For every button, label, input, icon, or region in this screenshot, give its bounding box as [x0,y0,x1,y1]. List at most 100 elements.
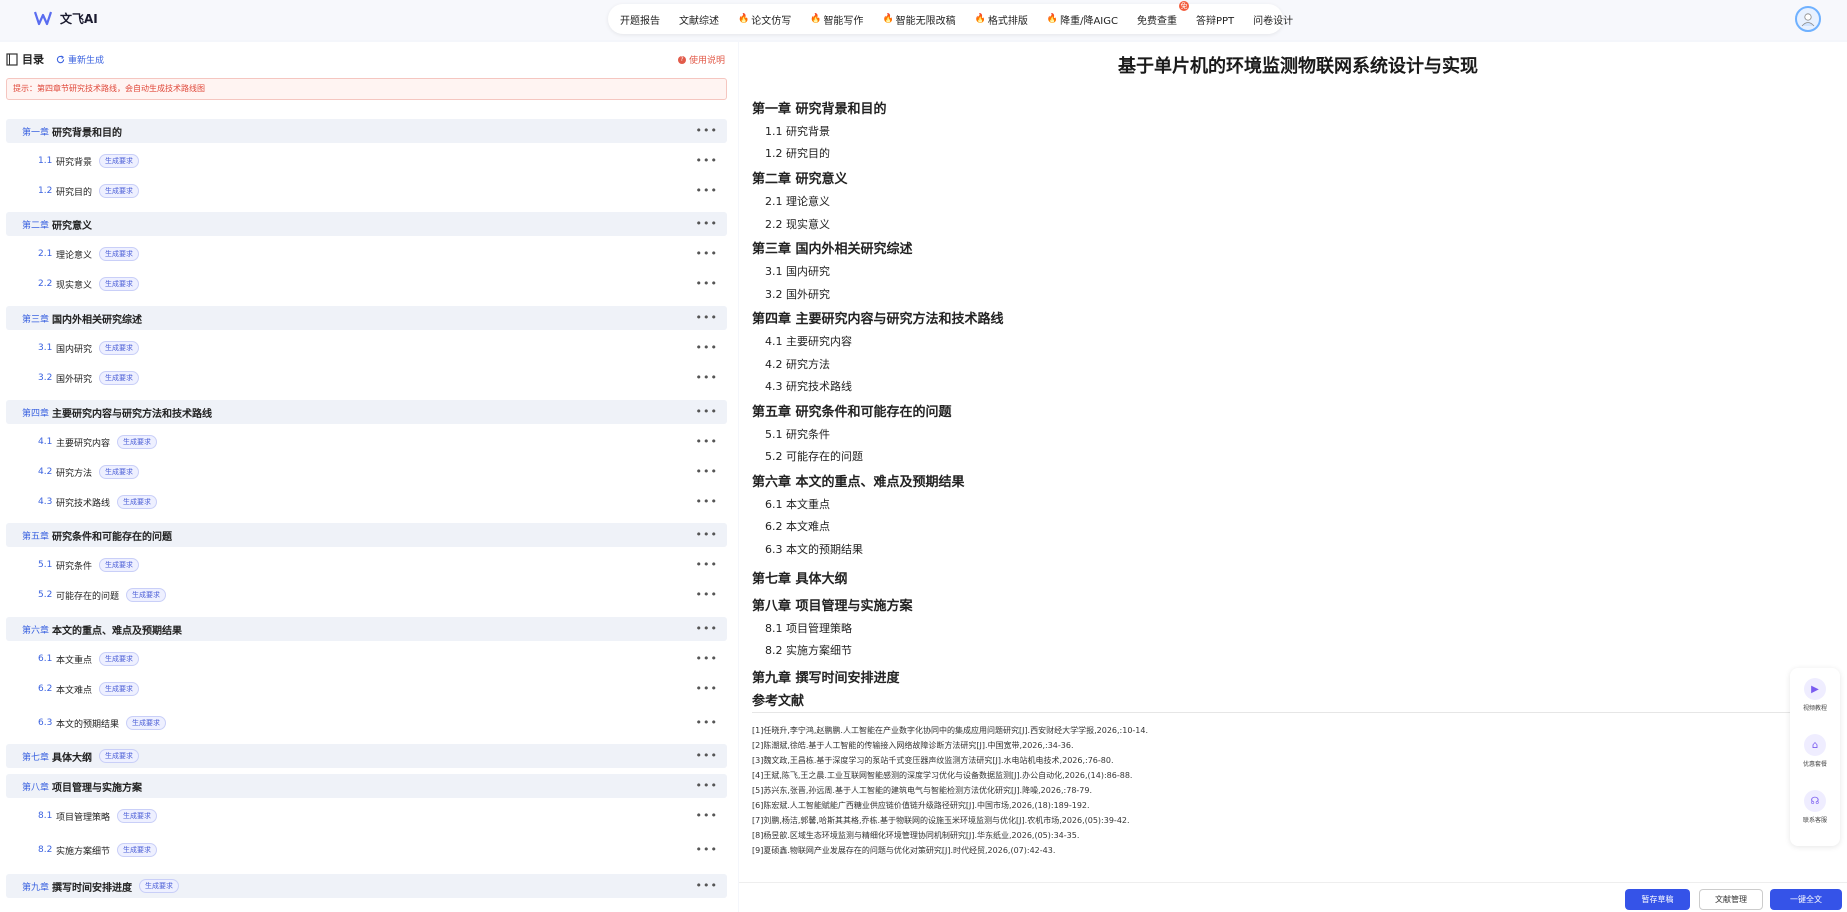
toc-label[interactable]: 国外研究 [56,372,92,385]
generate-requirement-tag[interactable]: 生成要求 [99,371,140,385]
toc-section-row[interactable]: 4.2 研究方法 生成要求 ••• [6,460,727,484]
generate-requirement-tag[interactable]: 生成要求 [117,495,158,509]
toc-chapter-row[interactable]: 第八章 项目管理与实施方案 ••• [6,774,727,798]
toc-label[interactable]: 实施方案细节 [56,844,110,857]
generate-requirement-tag[interactable]: 生成要求 [99,184,140,198]
more-options-icon[interactable]: ••• [696,311,718,324]
more-options-icon[interactable]: ••• [696,217,718,230]
float-item-1[interactable]: ⌂ 优惠套餐 [1790,734,1840,768]
generate-requirement-tag[interactable]: 生成要求 [99,341,140,355]
toc-label[interactable]: 研究背景 [56,155,92,168]
toc-section-row[interactable]: 8.1 项目管理策略 生成要求 ••• [6,804,727,828]
literature-manage-button[interactable]: 文献管理 [1699,889,1763,910]
toc-label[interactable]: 研究背景和目的 [52,124,122,139]
regenerate-button[interactable]: 重新生成 [56,53,104,66]
more-options-icon[interactable]: ••• [696,405,718,418]
save-draft-button[interactable]: 暂存草稿 [1625,889,1690,910]
toc-chapter-row[interactable]: 第二章 研究意义 ••• [6,212,727,236]
toc-section-row[interactable]: 1.1 研究背景 生成要求 ••• [6,149,727,173]
nav-item-0[interactable]: 开题报告 [620,12,660,27]
more-options-icon[interactable]: ••• [696,528,718,541]
nav-item-3[interactable]: 🔥 智能写作 [810,12,863,27]
toc-chapter-row[interactable]: 第一章 研究背景和目的 ••• [6,119,727,143]
app-logo[interactable]: 文飞AI [34,9,98,27]
generate-requirement-tag[interactable]: 生成要求 [117,809,158,823]
nav-item-1[interactable]: 文献综述 [679,12,719,27]
generate-requirement-tag[interactable]: 生成要求 [117,843,158,857]
toc-label[interactable]: 项目管理与实施方案 [52,779,142,794]
more-options-icon[interactable]: ••• [696,843,718,856]
generate-requirement-tag[interactable]: 生成要求 [126,588,167,602]
toc-section-row[interactable]: 4.3 研究技术路线 生成要求 ••• [6,490,727,514]
generate-requirement-tag[interactable]: 生成要求 [99,652,140,666]
more-options-icon[interactable]: ••• [696,154,718,167]
toc-section-row[interactable]: 1.2 研究目的 生成要求 ••• [6,179,727,203]
toc-label[interactable]: 主要研究内容 [56,436,110,449]
generate-requirement-tag[interactable]: 生成要求 [126,716,167,730]
toc-section-row[interactable]: 2.1 理论意义 生成要求 ••• [6,242,727,266]
generate-requirement-tag[interactable]: 生成要求 [139,879,179,893]
toc-label[interactable]: 研究条件和可能存在的问题 [52,528,172,543]
more-options-icon[interactable]: ••• [696,809,718,822]
more-options-icon[interactable]: ••• [696,652,718,665]
more-options-icon[interactable]: ••• [696,247,718,260]
more-options-icon[interactable]: ••• [696,371,718,384]
float-item-2[interactable]: ☊ 联系客服 [1790,790,1840,824]
generate-requirement-tag[interactable]: 生成要求 [99,465,140,479]
generate-requirement-tag[interactable]: 生成要求 [117,435,158,449]
toc-label[interactable]: 本文难点 [56,683,92,696]
toc-label[interactable]: 理论意义 [56,248,92,261]
toc-label[interactable]: 本文的重点、难点及预期结果 [52,622,182,637]
more-options-icon[interactable]: ••• [696,622,718,635]
toc-label[interactable]: 研究方法 [56,466,92,479]
more-options-icon[interactable]: ••• [696,495,718,508]
generate-requirement-tag[interactable]: 生成要求 [99,682,140,696]
toc-chapter-row[interactable]: 第五章 研究条件和可能存在的问题 ••• [6,523,727,547]
nav-item-7[interactable]: 免费查重免 [1137,0,1189,27]
generate-requirement-tag[interactable]: 生成要求 [99,277,140,291]
nav-item-2[interactable]: 🔥 论文仿写 [738,12,791,27]
toc-label[interactable]: 具体大纲 [52,749,92,764]
toc-chapter-row[interactable]: 第九章 撰写时间安排进度 生成要求 ••• [6,874,727,898]
toc-chapter-row[interactable]: 第四章 主要研究内容与研究方法和技术路线 ••• [6,400,727,424]
toc-label[interactable]: 国内外相关研究综述 [52,311,142,326]
toc-label[interactable]: 可能存在的问题 [56,589,119,602]
toc-label[interactable]: 研究目的 [56,185,92,198]
nav-item-4[interactable]: 🔥 智能无限改稿 [882,12,955,27]
toc-label[interactable]: 现实意义 [56,278,92,291]
nav-item-8[interactable]: 答辩PPT [1196,12,1234,27]
more-options-icon[interactable]: ••• [696,124,718,137]
toc-label[interactable]: 本文的预期结果 [56,717,119,730]
toc-section-row[interactable]: 4.1 主要研究内容 生成要求 ••• [6,430,727,454]
float-item-0[interactable]: ▶ 视频教程 [1790,678,1840,712]
toc-section-row[interactable]: 6.1 本文重点 生成要求 ••• [6,647,727,671]
user-avatar[interactable] [1795,6,1821,32]
more-options-icon[interactable]: ••• [696,588,718,601]
more-options-icon[interactable]: ••• [696,277,718,290]
toc-chapter-row[interactable]: 第三章 国内外相关研究综述 ••• [6,306,727,330]
toc-label[interactable]: 国内研究 [56,342,92,355]
nav-item-6[interactable]: 🔥 降重/降AIGC [1047,12,1118,27]
generate-requirement-tag[interactable]: 生成要求 [99,154,140,168]
toc-section-row[interactable]: 5.2 可能存在的问题 生成要求 ••• [6,583,727,607]
more-options-icon[interactable]: ••• [696,341,718,354]
more-options-icon[interactable]: ••• [696,465,718,478]
help-link[interactable]: ? 使用说明 [678,53,725,66]
more-options-icon[interactable]: ••• [696,184,718,197]
toc-label[interactable]: 项目管理策略 [56,810,110,823]
generate-requirement-tag[interactable]: 生成要求 [99,558,140,572]
toc-label[interactable]: 研究条件 [56,559,92,572]
more-options-icon[interactable]: ••• [696,558,718,571]
toc-section-row[interactable]: 6.2 本文难点 生成要求 ••• [6,677,727,701]
generate-full-text-button[interactable]: 一键全文 [1770,889,1842,910]
more-options-icon[interactable]: ••• [696,682,718,695]
toc-chapter-row[interactable]: 第六章 本文的重点、难点及预期结果 ••• [6,617,727,641]
toc-section-row[interactable]: 3.2 国外研究 生成要求 ••• [6,366,727,390]
toc-section-row[interactable]: 8.2 实施方案细节 生成要求 ••• [6,838,727,862]
toc-chapter-row[interactable]: 第七章 具体大纲 生成要求 ••• [6,744,727,768]
toc-label[interactable]: 研究意义 [52,217,92,232]
more-options-icon[interactable]: ••• [696,435,718,448]
toc-section-row[interactable]: 2.2 现实意义 生成要求 ••• [6,272,727,296]
toc-label[interactable]: 研究技术路线 [56,496,110,509]
toc-section-row[interactable]: 3.1 国内研究 生成要求 ••• [6,336,727,360]
